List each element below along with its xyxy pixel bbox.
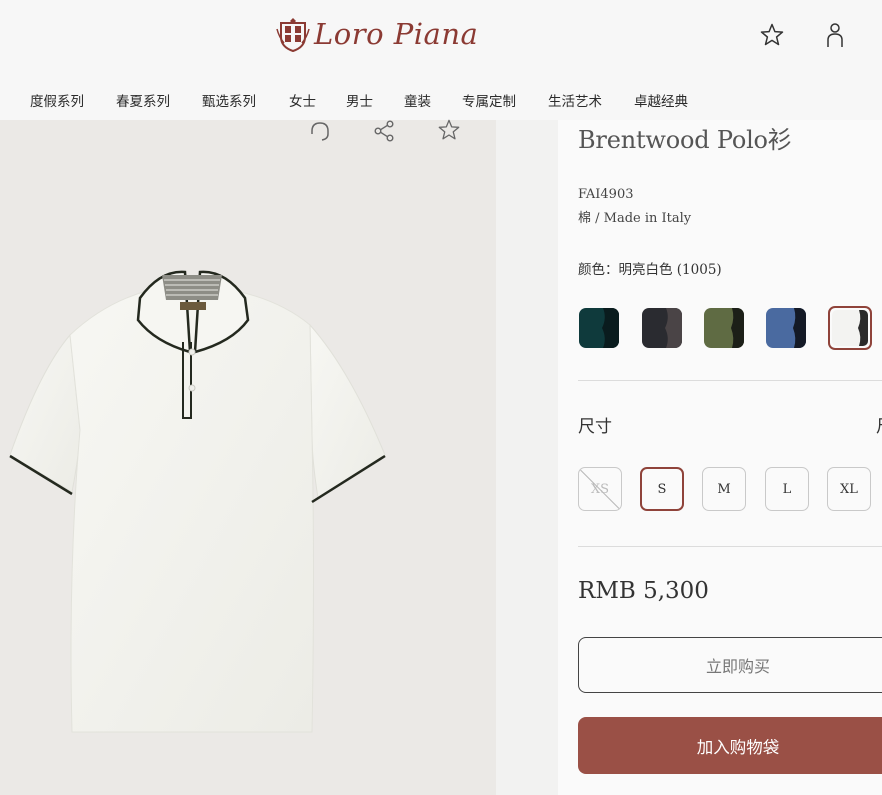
share-icon[interactable] (372, 119, 396, 143)
divider (578, 380, 882, 381)
brand-logo[interactable]: Loro Piana (276, 14, 478, 54)
nav-item-lifestyle[interactable]: 生活艺术 (548, 90, 602, 110)
size-option-label: M (717, 481, 731, 497)
product-price: RMB 5,300 (578, 578, 709, 604)
wishlist-star-icon[interactable] (757, 20, 787, 50)
headset-support-icon[interactable] (308, 119, 332, 143)
nav-item-spring-summer[interactable]: 春夏系列 (116, 90, 170, 110)
product-image[interactable] (0, 120, 496, 795)
size-option-label: L (782, 481, 792, 497)
product-code: FAI4903 (578, 187, 634, 202)
size-option-m[interactable]: M (702, 467, 746, 511)
favorite-star-icon[interactable] (437, 118, 461, 142)
main-nav: 度假系列 春夏系列 甄选系列 女士 男士 童装 专属定制 生活艺术 卓越经典 (0, 86, 882, 112)
buy-now-button[interactable]: 立即购买 (578, 637, 882, 693)
color-swatch-blue[interactable] (766, 308, 806, 348)
size-option-s[interactable]: S (640, 467, 684, 511)
site-header: Loro Piana 度假系列 春夏系列 甄选系列 女士 男士 童装 专属定制 … (0, 0, 882, 120)
add-to-bag-button[interactable]: 加入购物袋 (578, 717, 882, 774)
nav-item-women[interactable]: 女士 (289, 90, 316, 110)
color-swatch-bright-white[interactable] (828, 306, 872, 350)
color-value: 明亮白色 (1005) (618, 262, 722, 278)
image-gutter (496, 120, 558, 795)
nav-item-bespoke[interactable]: 专属定制 (462, 90, 516, 110)
nav-item-men[interactable]: 男士 (346, 90, 373, 110)
size-option-label: XS (590, 481, 610, 497)
color-swatch-dark-teal[interactable] (579, 308, 619, 348)
product-material: 棉 / Made in Italy (578, 211, 692, 226)
size-option-l[interactable]: L (765, 467, 809, 511)
color-selection-label: 颜色：明亮白色 (1005) (578, 258, 722, 278)
nav-item-icons[interactable]: 卓越经典 (634, 90, 688, 110)
size-option-label: XL (840, 481, 858, 497)
divider (578, 546, 882, 547)
color-swatch-olive[interactable] (704, 308, 744, 348)
crest-icon (276, 18, 310, 53)
size-option-xl[interactable]: XL (827, 467, 871, 511)
nav-item-resort[interactable]: 度假系列 (30, 90, 84, 110)
brand-wordmark: Loro Piana (314, 17, 479, 51)
size-option-label: S (657, 481, 667, 497)
nav-item-selection[interactable]: 甄选系列 (202, 90, 256, 110)
product-info-panel: Brentwood Polo衫 FAI4903 棉 / Made in Ital… (558, 120, 882, 795)
product-title: Brentwood Polo衫 (578, 126, 792, 154)
nav-item-kids[interactable]: 童装 (404, 90, 431, 110)
polo-shirt-image (9, 270, 386, 733)
color-swatch-charcoal[interactable] (642, 308, 682, 348)
account-person-icon[interactable] (820, 20, 850, 50)
size-option-xs[interactable]: XS (578, 467, 622, 511)
color-label: 颜色： (578, 262, 619, 278)
size-guide-link[interactable]: 尺 (876, 412, 882, 437)
size-label: 尺寸 (578, 417, 612, 437)
